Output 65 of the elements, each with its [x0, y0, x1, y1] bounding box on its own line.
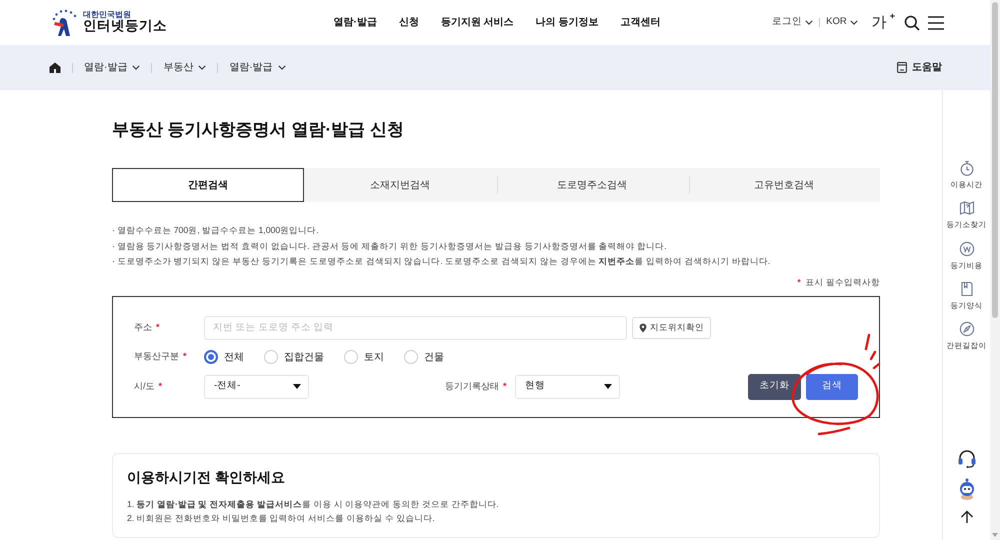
required-mark: * [156, 320, 160, 334]
search-tab[interactable]: 소재지번검색 [304, 168, 496, 202]
won-coin-icon[interactable] [958, 240, 974, 256]
field-label: 등기기록상태 [445, 380, 499, 393]
nav-link[interactable]: 신청 [398, 15, 419, 30]
address-field[interactable]: 지번 또는 도로명 주소 입력 [204, 316, 627, 340]
folded-map-icon[interactable] [958, 200, 974, 216]
search-icon[interactable] [904, 14, 920, 30]
logo-title[interactable]: 인터넷등기소 [83, 19, 167, 34]
guide-text: 2. 비회원은 전화번호와 비밀번호를 입력하여 서비스를 이용하실 수 있습니다. [127, 512, 436, 525]
caret-down-icon[interactable] [293, 384, 301, 390]
radio-option[interactable]: 전체 [204, 350, 244, 365]
chevron-down-icon[interactable] [850, 20, 858, 25]
login-dropdown[interactable]: 로그인 [772, 15, 814, 30]
document-icon[interactable] [958, 280, 974, 297]
radio-option[interactable]: 건물 [404, 350, 444, 365]
menu-icon[interactable] [928, 16, 944, 30]
notice-text: · 열람용 등기사항증명서는 법적 효력이 없습니다. 관공서 등에 제출하기 위한 등기사항증명서는 발급용 등기사항증명서를 출력해야 합니다. [112, 240, 668, 253]
required-mark: * [183, 350, 187, 364]
radio-icon[interactable] [204, 350, 218, 364]
required-note: 표시 필수입력사항 [806, 276, 880, 289]
region-select[interactable]: -전체- [204, 374, 309, 399]
search-tab[interactable]: 간편검색 [112, 168, 304, 202]
notice-text: · 열람수수료는 700원, 발급수수료는 1,000원입니다. [112, 224, 320, 237]
compass-icon[interactable] [958, 321, 974, 337]
scrollbar-thumb[interactable] [992, 2, 998, 318]
logo-subtitle[interactable]: 대한민국법원 [83, 10, 167, 20]
calendar-icon[interactable] [897, 62, 907, 73]
stopwatch-icon[interactable] [958, 160, 974, 176]
field-label: 부동산구분 [134, 350, 179, 364]
arrow-up-icon[interactable] [960, 510, 974, 524]
field-label: 시/도 [134, 380, 155, 393]
breadcrumb-dropdown[interactable]: 부동산 [163, 60, 206, 75]
nav-link[interactable]: 나의 등기정보 [536, 15, 598, 30]
map-pin-icon[interactable] [639, 322, 647, 333]
record-status-select[interactable]: 현행 [515, 374, 620, 399]
reset-button[interactable]: 초기화 [748, 374, 801, 400]
home-icon[interactable] [49, 62, 61, 73]
chevron-down-icon[interactable] [198, 65, 206, 70]
nav-link[interactable]: 열람·발급 [334, 15, 377, 30]
field-label: 주소 [134, 320, 152, 334]
required-mark: * [503, 380, 507, 393]
help-button[interactable]: 도움말 [897, 60, 942, 75]
font-size-button[interactable]: 가$^{+}$ [872, 15, 895, 30]
headset-icon[interactable] [956, 450, 976, 468]
scrollbar[interactable] [990, 0, 1000, 540]
breadcrumb-dropdown[interactable]: 열람·발급 [84, 60, 140, 75]
nav-link[interactable]: 고객센터 [620, 15, 660, 30]
search-button[interactable]: 검색 [806, 374, 858, 400]
required-mark: * [158, 380, 162, 393]
chevron-down-icon[interactable] [132, 65, 140, 70]
language-dropdown[interactable]: KOR [826, 15, 858, 30]
radio-option[interactable]: 토지 [344, 350, 384, 365]
guide-title: 이용하시기전 확인하세요 [127, 468, 286, 487]
chevron-down-icon[interactable] [278, 65, 286, 70]
radio-option[interactable]: 집합건물 [264, 350, 324, 365]
page-title: 부동산 등기사항증명서 열람·발급 신청 [112, 119, 405, 141]
caret-down-icon[interactable] [604, 384, 612, 390]
guide-text: 1. 등기 열람·발급 및 전자제출용 발급서비스를 이용 시 이용약관에 동의한 것으로 간주합니다. [127, 498, 500, 511]
nav-link[interactable]: 등기지원 서비스 [440, 15, 514, 30]
breadcrumb-dropdown[interactable]: 열람·발급 [229, 60, 286, 75]
notice-text: · 도로명주소가 병기되지 않은 부동산 등기기록은 도로명주소로 검색되지 않습니다. 도로명주소로 검색되지 않는 경우에는 지번주소를 입력하여 검색하시기 바랍니다. [112, 255, 772, 268]
chevron-down-icon[interactable] [805, 20, 814, 25]
required-mark: * [797, 276, 801, 289]
map-location-button[interactable]: 지도위치확인 [632, 316, 711, 339]
